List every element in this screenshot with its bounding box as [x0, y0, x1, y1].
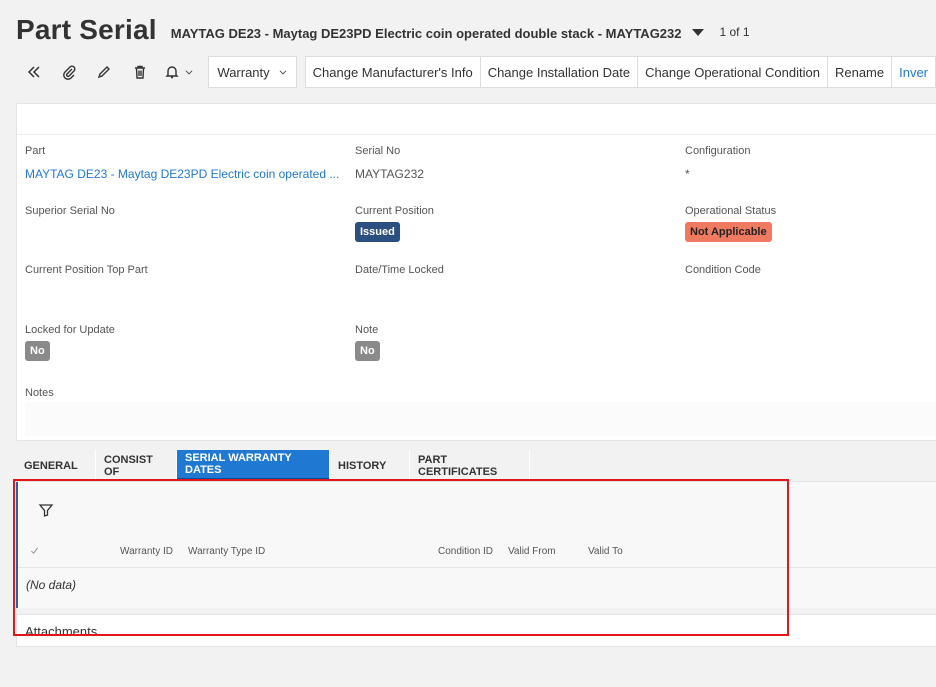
note-field: Note No	[355, 324, 380, 361]
status-badge: No	[25, 341, 50, 361]
action-buttons: Change Manufacturer's Info Change Instal…	[304, 56, 936, 88]
filter-icon[interactable]	[38, 502, 54, 518]
change-installation-date-button[interactable]: Change Installation Date	[480, 56, 639, 88]
change-operational-condition-button[interactable]: Change Operational Condition	[638, 56, 828, 88]
attachments-title[interactable]: Attachments	[25, 624, 97, 639]
part-field: Part MAYTAG DE23 - Maytag DE23PD Electri…	[25, 145, 339, 181]
serial-no-label: Serial No	[355, 145, 401, 157]
trash-icon[interactable]	[122, 56, 157, 88]
chevron-down-icon	[279, 70, 287, 75]
part-link[interactable]: MAYTAG DE23 - Maytag DE23PD Electric coi…	[25, 167, 339, 181]
column-header-valid-from[interactable]: Valid From	[508, 546, 556, 557]
part-label: Part	[25, 145, 46, 157]
tab-history[interactable]: HISTORY	[330, 450, 410, 481]
tab-part-certificates[interactable]: PART CERTIFICATES	[410, 450, 530, 481]
rename-button[interactable]: Rename	[827, 56, 893, 88]
page-header: Part Serial MAYTAG DE23 - Maytag DE23PD …	[16, 10, 936, 50]
locked-for-update-label: Locked for Update	[25, 324, 115, 336]
divider	[18, 567, 936, 568]
configuration-value: *	[685, 167, 690, 181]
record-selector[interactable]: MAYTAG DE23 - Maytag DE23PD Electric coi…	[171, 26, 682, 41]
current-position-field: Current Position Issued	[355, 205, 434, 242]
bell-icon[interactable]	[157, 56, 200, 88]
tab-general[interactable]: GENERAL	[16, 450, 96, 481]
notes-field: Notes	[25, 387, 54, 399]
condition-code-field: Condition Code	[685, 264, 761, 276]
date-time-locked-field: Date/Time Locked	[355, 264, 444, 276]
status-badge: Issued	[355, 222, 400, 242]
divider	[17, 134, 936, 135]
tab-consist-of[interactable]: CONSIST OF	[96, 450, 177, 481]
paperclip-icon[interactable]	[51, 56, 86, 88]
current-position-top-part-label: Current Position Top Part	[25, 264, 148, 276]
locked-for-update-field: Locked for Update No	[25, 324, 115, 361]
collapse-icon[interactable]	[16, 56, 51, 88]
page-title: Part Serial	[16, 14, 157, 45]
condition-code-label: Condition Code	[685, 264, 761, 276]
detail-tabs: GENERAL CONSIST OF SERIAL WARRANTY DATES…	[16, 450, 530, 481]
empty-table-message: (No data)	[26, 578, 77, 592]
notes-label: Notes	[25, 387, 54, 399]
configuration-label: Configuration	[685, 145, 751, 157]
superior-serial-no-label: Superior Serial No	[25, 205, 115, 217]
configuration-field: Configuration *	[685, 145, 750, 181]
chevron-down-icon[interactable]	[691, 28, 704, 36]
serial-no-value: MAYTAG232	[355, 167, 424, 181]
serial-no-field: Serial No MAYTAG232	[355, 145, 424, 181]
attachments-section: Attachments	[16, 614, 936, 647]
command-toolbar: Warranty Change Manufacturer's Info Chan…	[16, 56, 936, 88]
notes-input[interactable]	[25, 402, 936, 436]
chevron-down-icon	[185, 70, 193, 75]
checkmark-icon	[30, 547, 39, 555]
date-time-locked-label: Date/Time Locked	[355, 264, 444, 276]
tab-serial-warranty-dates[interactable]: SERIAL WARRANTY DATES	[177, 450, 330, 481]
current-position-label: Current Position	[355, 205, 434, 217]
status-badge: Not Applicable	[685, 222, 772, 242]
current-position-top-part-field: Current Position Top Part	[25, 264, 148, 276]
warranty-dropdown-label: Warranty	[217, 64, 270, 80]
status-badge: No	[355, 341, 380, 361]
column-header-warranty-id[interactable]: Warranty ID	[120, 546, 173, 557]
operational-status-label: Operational Status	[685, 205, 777, 217]
column-header-valid-to[interactable]: Valid To	[588, 546, 623, 557]
record-count: 1 of 1	[719, 25, 750, 39]
superior-serial-no-field: Superior Serial No	[25, 205, 115, 217]
change-manufacturer-info-button[interactable]: Change Manufacturer's Info	[304, 56, 481, 88]
inventory-link[interactable]: Inver	[892, 56, 936, 88]
note-label: Note	[355, 324, 379, 336]
warranty-dropdown[interactable]: Warranty	[208, 56, 297, 88]
serial-warranty-dates-panel: Warranty ID Warranty Type ID Condition I…	[16, 482, 936, 608]
operational-status-field: Operational Status Not Applicable	[685, 205, 776, 242]
column-header-condition-id[interactable]: Condition ID	[438, 546, 493, 557]
pencil-icon[interactable]	[87, 56, 122, 88]
column-header-warranty-type-id[interactable]: Warranty Type ID	[188, 546, 265, 557]
select-all-checkbox[interactable]	[30, 546, 39, 558]
part-serial-details-card: Part MAYTAG DE23 - Maytag DE23PD Electri…	[16, 103, 936, 441]
